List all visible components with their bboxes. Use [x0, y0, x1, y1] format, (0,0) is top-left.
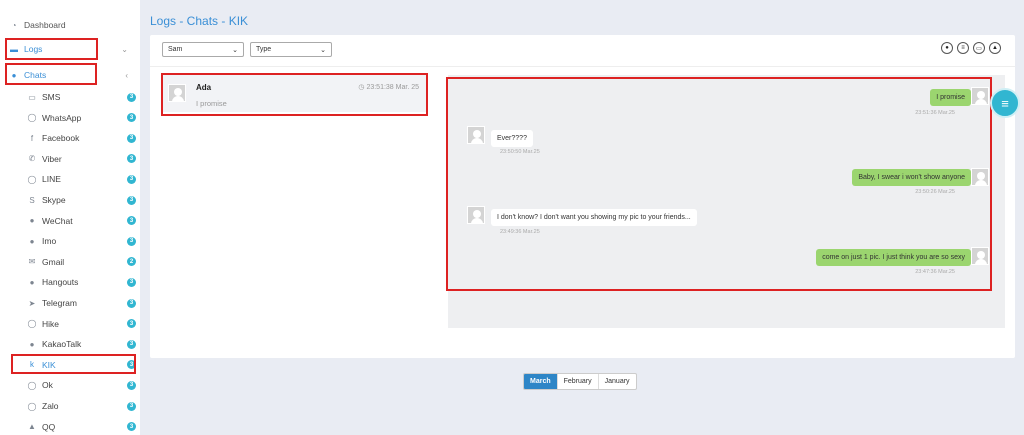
sidebar-item-label: Viber [42, 153, 62, 164]
sidebar-item-label: QQ [42, 421, 56, 432]
toolbar-icons: ● ≡ ▭ ▲ [941, 42, 1001, 54]
highlight-box [11, 354, 136, 374]
mail-icon: ✉ [28, 257, 36, 267]
count-badge: 3 [127, 319, 136, 329]
sidebar-item-label: Gmail [42, 256, 65, 267]
sms-icon: ▭ [28, 92, 36, 102]
sidebar-item-line[interactable]: ◯ LINE 3 [26, 170, 136, 188]
sidebar-item-whatsapp[interactable]: ◯ WhatsApp 3 [26, 109, 136, 127]
hangouts-icon: ● [29, 277, 35, 287]
tab-month-march[interactable]: March [524, 374, 557, 389]
sidebar-item-hangouts[interactable]: ● Hangouts 3 [26, 273, 136, 291]
count-badge: 3 [127, 277, 136, 287]
sidebar-item-label: Imo [42, 236, 57, 247]
filter-toolbar: Sam ⌄ Type ⌄ [162, 42, 332, 57]
tab-month-february[interactable]: February [556, 374, 598, 389]
sidebar-item-dashboard[interactable]: ◔ Dashboard [8, 16, 136, 34]
sidebar-item-label: Dashboard [24, 20, 66, 30]
type-select[interactable]: Type ⌄ [250, 42, 332, 57]
sidebar-item-label: KakaoTalk [42, 339, 82, 350]
contact-select-value: Sam [168, 46, 183, 53]
count-badge: 3 [127, 154, 136, 164]
imo-icon: ● [29, 236, 35, 246]
sidebar-item-kakaotalk[interactable]: ● KakaoTalk 3 [26, 335, 136, 353]
sidebar-item-viber[interactable]: ✆ Viber 3 [26, 150, 136, 168]
sidebar-item-imo[interactable]: ● Imo 3 [26, 232, 136, 250]
line-icon: ◯ [27, 174, 37, 184]
sidebar-item-label: Facebook [42, 133, 80, 144]
contact-select[interactable]: Sam ⌄ [162, 42, 244, 57]
dashboard-icon: ◔ [11, 20, 17, 30]
count-badge: 3 [127, 236, 136, 246]
print-icon[interactable]: ▭ [973, 42, 985, 54]
sidebar-item-gmail[interactable]: ✉ Gmail 2 [26, 253, 136, 271]
highlight-box [446, 77, 992, 291]
sidebar-item-zalo[interactable]: ◯ Zalo 3 [26, 397, 136, 415]
count-badge: 2 [127, 257, 136, 267]
sidebar-item-qq[interactable]: ▲ QQ 3 [26, 418, 136, 435]
highlight-box [161, 73, 428, 116]
tab-month-january[interactable]: January [597, 374, 636, 389]
count-badge: 3 [127, 174, 136, 184]
count-badge: 3 [127, 380, 136, 390]
sidebar-item-label: Ok [42, 380, 53, 391]
count-badge: 3 [127, 401, 136, 411]
list-icon[interactable]: ≡ [957, 42, 969, 54]
sidebar-item-hike[interactable]: ◯ Hike 3 [26, 315, 136, 333]
sidebar-item-label: WhatsApp [42, 112, 82, 123]
type-select-value: Type [256, 46, 272, 53]
highlight-box [5, 63, 97, 85]
sidebar-item-skype[interactable]: S Skype 3 [26, 191, 136, 209]
zalo-icon: ◯ [27, 401, 37, 411]
count-badge: 3 [127, 216, 136, 226]
count-badge: 3 [127, 133, 136, 143]
qq-icon: ▲ [28, 422, 36, 432]
whatsapp-icon: ◯ [27, 113, 37, 123]
sidebar-item-label: Hike [42, 318, 60, 329]
sidebar-item-ok[interactable]: ◯ Ok 3 [26, 376, 136, 394]
sidebar-item-label: LINE [42, 174, 61, 185]
count-badge: 3 [127, 422, 136, 432]
count-badge: 3 [127, 113, 136, 123]
divider [150, 66, 1015, 67]
ok-icon: ◯ [27, 380, 37, 390]
facebook-icon: f [30, 133, 34, 143]
sidebar-item-sms[interactable]: ▭ SMS 3 [26, 88, 136, 106]
chevron-down-icon: ⌄ [121, 44, 128, 54]
sidebar-item-wechat[interactable]: ● WeChat 3 [26, 212, 136, 230]
telegram-icon: ➤ [28, 298, 36, 308]
count-badge: 3 [127, 92, 136, 102]
user-icon[interactable]: ● [941, 42, 953, 54]
hike-icon: ◯ [27, 319, 37, 329]
sidebar-item-label: Skype [42, 195, 66, 205]
count-badge: 3 [127, 195, 136, 205]
sidebar-item-label: SMS [42, 92, 61, 102]
sidebar-item-telegram[interactable]: ➤ Telegram 3 [26, 294, 136, 312]
skype-icon: S [29, 195, 35, 205]
page-title: Logs - Chats - KIK [150, 14, 249, 28]
chevron-down-icon: ⌄ [232, 46, 238, 54]
sidebar-item-label: WeChat [42, 215, 73, 226]
sidebar-item-label: Telegram [42, 298, 77, 308]
user-badge-icon[interactable]: ▲ [989, 42, 1001, 54]
hamburger-icon: ≡ [1001, 95, 1009, 111]
wechat-icon: ● [29, 216, 35, 226]
month-tabs: March February January [523, 373, 637, 390]
chevron-left-icon: ‹ [125, 70, 128, 80]
menu-fab-button[interactable]: ≡ [990, 88, 1020, 118]
sidebar-item-facebook[interactable]: f Facebook 3 [26, 129, 136, 147]
sidebar-item-label: Zalo [42, 401, 59, 411]
phone-icon: ✆ [28, 154, 36, 164]
sidebar-item-label: Hangouts [42, 277, 79, 288]
count-badge: 3 [127, 339, 136, 349]
highlight-box [5, 38, 98, 60]
chevron-down-icon: ⌄ [320, 46, 326, 54]
kakaotalk-icon: ● [29, 339, 35, 349]
count-badge: 3 [127, 298, 136, 308]
